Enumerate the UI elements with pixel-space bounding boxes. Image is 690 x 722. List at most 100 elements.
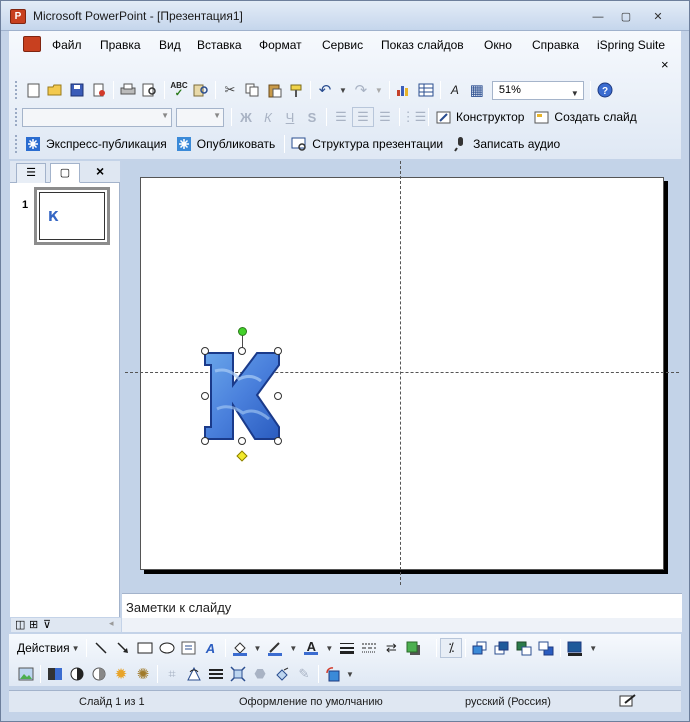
toolbar-options-icon[interactable]: ▼ <box>346 670 354 679</box>
spelling-icon[interactable]: ABC ✓ <box>168 80 190 100</box>
textbox-icon[interactable] <box>178 638 200 658</box>
normal-view-icon[interactable]: ◫ <box>15 618 25 631</box>
toolbar-grip[interactable] <box>15 81 18 99</box>
resize-handle-n[interactable] <box>238 347 246 355</box>
slide-color-icon[interactable] <box>564 638 586 658</box>
close-icon[interactable]: ✕ <box>647 11 669 25</box>
font-color-icon[interactable]: A <box>300 638 322 658</box>
table-icon[interactable] <box>415 80 437 100</box>
menu-ispring[interactable]: iSpring Suite <box>597 38 665 52</box>
compress-pictures-icon[interactable] <box>227 664 249 684</box>
research-icon[interactable] <box>190 80 212 100</box>
numbering-icon[interactable]: ⋮☰ <box>402 107 427 127</box>
resize-handle-w[interactable] <box>201 392 209 400</box>
record-audio-button[interactable]: Записать аудио <box>473 137 560 151</box>
paste-icon[interactable] <box>263 80 285 100</box>
align-left-icon[interactable]: ☰ <box>330 107 352 127</box>
line-icon[interactable] <box>90 638 112 658</box>
undo-dropdown-icon[interactable]: ▼ <box>339 86 347 95</box>
menu-view[interactable]: Вид <box>159 38 181 52</box>
open-icon[interactable] <box>44 80 66 100</box>
arrow-style-icon[interactable]: ⇄ <box>380 638 402 658</box>
redo-icon[interactable]: ↷ <box>350 80 372 100</box>
zoom-combo[interactable]: 51% ▼ <box>491 80 584 100</box>
microphone-icon[interactable] <box>449 134 471 154</box>
designer-button[interactable]: Конструктор <box>456 110 524 124</box>
close-pane-icon[interactable]: × <box>96 163 104 179</box>
menu-edit[interactable]: Правка <box>100 38 141 52</box>
line-color-icon[interactable] <box>264 638 286 658</box>
reset-picture-icon[interactable] <box>322 664 344 684</box>
set-transparent-color-icon[interactable]: ✎ <box>293 664 315 684</box>
resize-handle-nw[interactable] <box>201 347 209 355</box>
resize-handle-s[interactable] <box>238 437 246 445</box>
shadow-style-icon[interactable] <box>402 638 424 658</box>
tab-slides[interactable]: ▢ <box>50 163 80 183</box>
new-slide-button[interactable]: Создать слайд <box>554 110 636 124</box>
toolbar-grip[interactable] <box>15 135 18 153</box>
help-icon[interactable]: ? <box>594 80 616 100</box>
font-color-toggle-icon[interactable]: A <box>444 80 466 100</box>
shadow-button[interactable]: S <box>301 107 323 127</box>
print-icon[interactable] <box>117 80 139 100</box>
rotation-handle[interactable] <box>238 327 247 336</box>
font-color-dropdown-icon[interactable]: ▼ <box>325 644 333 653</box>
align-right-icon[interactable]: ☰ <box>374 107 396 127</box>
resize-handle-e[interactable] <box>274 392 282 400</box>
crop-icon[interactable]: ⌗ <box>161 664 183 684</box>
menu-tools[interactable]: Сервис <box>322 38 363 52</box>
more-brightness-icon[interactable]: ✹ <box>110 664 132 684</box>
publish-button[interactable]: Опубликовать <box>197 137 275 151</box>
less-brightness-icon[interactable]: ✺ <box>132 664 154 684</box>
font-size-dropdown-icon[interactable]: ▼ <box>213 111 221 120</box>
new-icon[interactable] <box>22 80 44 100</box>
line-style-picture-icon[interactable] <box>205 664 227 684</box>
actions-menu[interactable]: Действия <box>17 641 70 655</box>
redo-dropdown-icon[interactable]: ▼ <box>375 86 383 95</box>
bring-to-front-icon[interactable] <box>513 638 535 658</box>
toolbar-grip[interactable] <box>15 108 18 126</box>
underline-button[interactable]: Ч <box>279 107 301 127</box>
send-backward-icon[interactable] <box>491 638 513 658</box>
font-size-combo[interactable]: ▼ <box>176 107 224 127</box>
undo-icon[interactable]: ↶ <box>314 80 336 100</box>
format-painter-icon[interactable] <box>285 80 307 100</box>
fill-color-icon[interactable] <box>229 638 251 658</box>
presentation-structure-button[interactable]: Структура презентации <box>312 137 443 151</box>
powerpoint-icon[interactable]: P <box>10 9 26 24</box>
designer-icon[interactable] <box>432 107 454 127</box>
more-contrast-icon[interactable] <box>66 664 88 684</box>
dash-style-icon[interactable] <box>358 638 380 658</box>
quick-publish-icon[interactable] <box>22 134 44 154</box>
horizontal-scrollbar[interactable] <box>122 618 682 632</box>
menu-help[interactable]: Справка <box>532 38 579 52</box>
print-preview-icon[interactable] <box>139 80 161 100</box>
save-icon[interactable] <box>66 80 88 100</box>
rotate-left-icon[interactable] <box>183 664 205 684</box>
slide-color-dropdown-icon[interactable]: ▼ <box>589 644 597 653</box>
cut-icon[interactable]: ✂ <box>219 80 241 100</box>
fill-color-dropdown-icon[interactable]: ▼ <box>254 644 262 653</box>
rectangle-icon[interactable] <box>134 638 156 658</box>
quick-publish-button[interactable]: Экспресс-публикация <box>46 137 167 151</box>
less-contrast-icon[interactable] <box>88 664 110 684</box>
insert-picture-icon[interactable] <box>15 664 37 684</box>
wordart-object[interactable]: К <box>199 349 283 445</box>
toggle-3d-icon[interactable]: ⁒ <box>440 638 463 658</box>
resize-handle-ne[interactable] <box>274 347 282 355</box>
align-center-icon[interactable]: ☰ <box>352 107 374 127</box>
menu-slideshow[interactable]: Показ слайдов <box>381 38 464 52</box>
font-name-combo[interactable]: ▼ <box>22 107 172 127</box>
slideshow-view-icon[interactable]: ⊽ <box>43 618 51 631</box>
publish-icon[interactable] <box>173 134 195 154</box>
restore-icon[interactable]: ▢ <box>615 11 637 25</box>
slide-sorter-icon[interactable]: ⊞ <box>29 618 38 631</box>
scroll-left-icon[interactable]: ◂ <box>109 618 114 629</box>
line-color-dropdown-icon[interactable]: ▼ <box>289 644 297 653</box>
send-to-back-icon[interactable] <box>535 638 557 658</box>
slide-thumbnail[interactable]: К <box>34 187 110 245</box>
line-style-icon[interactable] <box>336 638 358 658</box>
menu-insert[interactable]: Вставка <box>197 38 242 52</box>
presentation-structure-icon[interactable] <box>288 134 310 154</box>
recolor-picture-icon[interactable]: ⬣ <box>249 664 271 684</box>
